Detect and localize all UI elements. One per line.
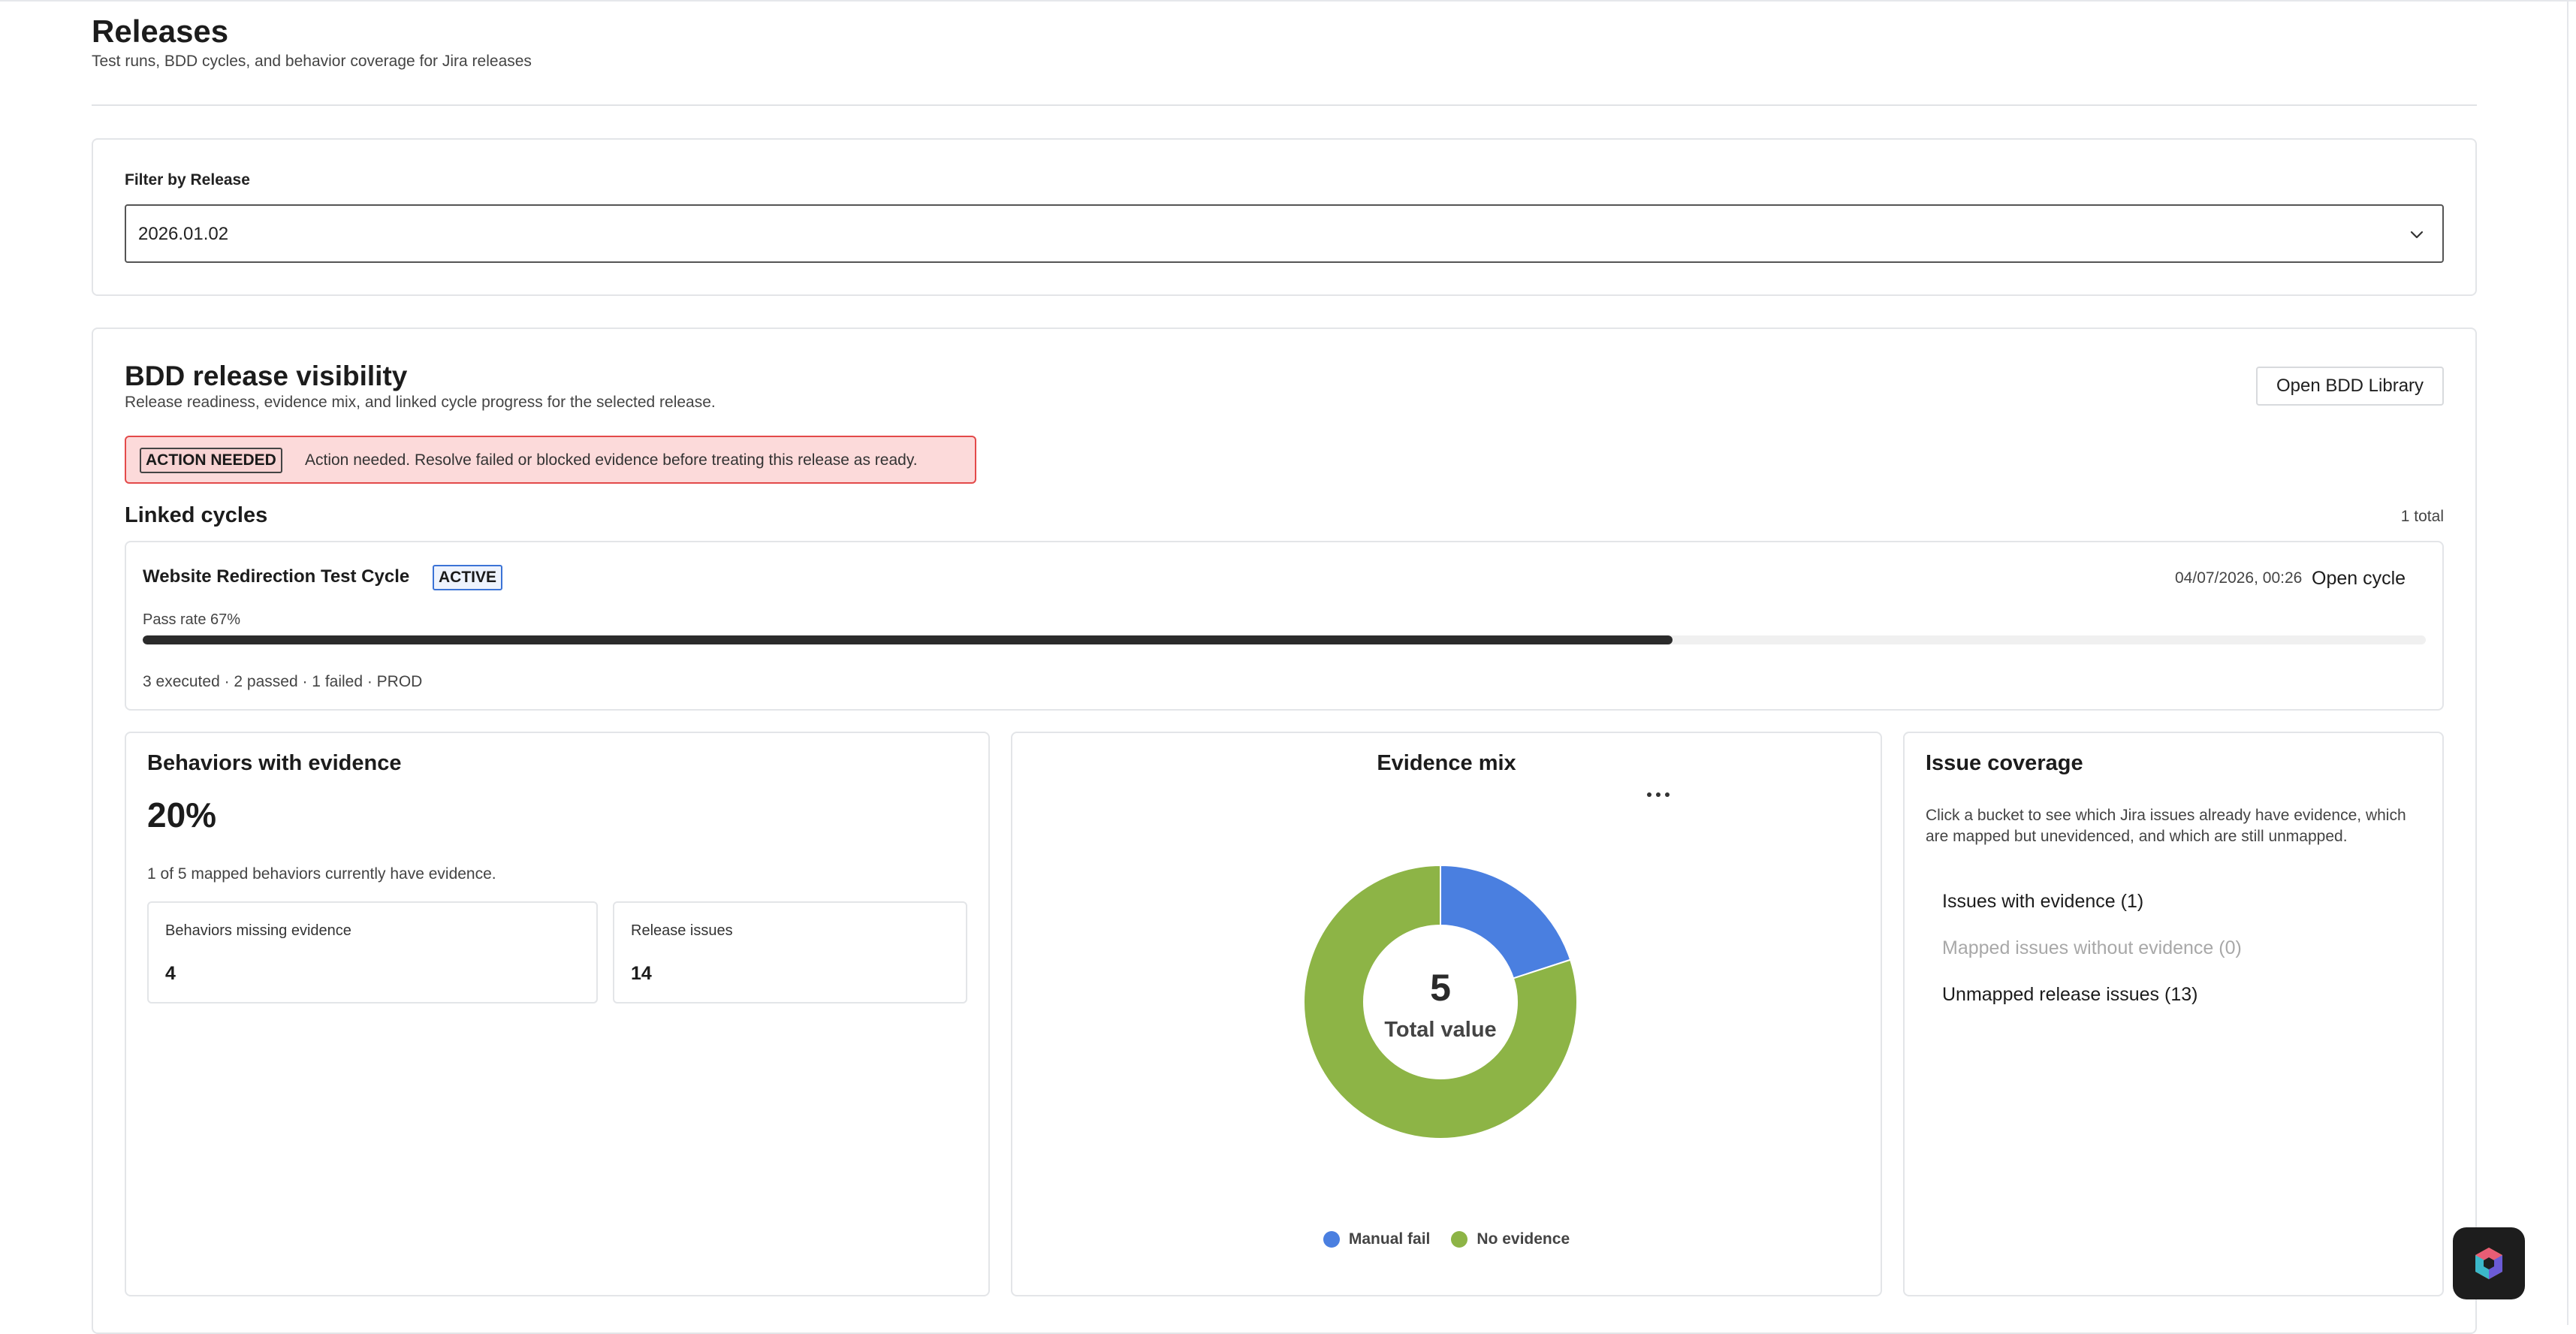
release-issues-value: 14 [631, 963, 652, 984]
release-issues-label: Release issues [631, 922, 733, 939]
open-cycle-link[interactable]: Open cycle [2312, 568, 2406, 590]
top-border [0, 0, 2576, 2]
linked-cycles-title: Linked cycles [125, 503, 268, 527]
chevron-down-icon [2410, 231, 2424, 239]
release-select[interactable]: 2026.01.02 [125, 204, 2444, 263]
cycle-date: 04/07/2026, 00:26 [2175, 569, 2303, 587]
filter-card: Filter by Release 2026.01.02 [92, 138, 2477, 296]
page-subtitle: Test runs, BDD cycles, and behavior cove… [92, 53, 532, 70]
issue-coverage-panel: Issue coverage Click a bucket to see whi… [1903, 732, 2444, 1296]
behaviors-panel: Behaviors with evidence 20% 1 of 5 mappe… [125, 732, 990, 1296]
bucket-mapped-without-evidence[interactable]: Mapped issues without evidence (0) [1942, 937, 2242, 959]
evidence-mix-title: Evidence mix [1377, 751, 1516, 775]
cycle-name: Website Redirection Test Cycle [143, 566, 410, 587]
cycle-card: Website Redirection Test Cycle ACTIVE 04… [125, 541, 2444, 711]
legend-label: Manual fail [1348, 1230, 1431, 1248]
evidence-mix-panel: Evidence mix 5 Total value Manual fail N… [1011, 732, 1882, 1296]
bdd-title: BDD release visibility [125, 361, 408, 391]
behaviors-title: Behaviors with evidence [147, 751, 402, 775]
legend-item-manual-fail[interactable]: Manual fail [1323, 1230, 1431, 1248]
bucket-issues-with-evidence[interactable]: Issues with evidence (1) [1942, 891, 2143, 913]
bdd-subtitle: Release readiness, evidence mix, and lin… [125, 394, 716, 411]
legend-dot [1451, 1231, 1468, 1248]
alert-message: Action needed. Resolve failed or blocked… [305, 451, 918, 469]
donut-total-value: 5 [1430, 967, 1451, 1009]
pass-rate-progress [143, 635, 2426, 644]
more-options-icon[interactable] [1643, 787, 1673, 802]
linked-cycles-count: 1 total [2400, 508, 2444, 525]
donut-total-label: Total value [1384, 1018, 1496, 1042]
legend-item-no-evidence[interactable]: No evidence [1451, 1230, 1570, 1248]
cycle-meta: 3 executed · 2 passed · 1 failed · PROD [143, 673, 423, 690]
open-bdd-library-button[interactable]: Open BDD Library [2256, 367, 2444, 406]
page-title: Releases [92, 14, 229, 49]
behaviors-missing-label: Behaviors missing evidence [165, 922, 351, 939]
behaviors-note: 1 of 5 mapped behaviors currently have e… [147, 865, 496, 883]
release-issues-card: Release issues 14 [613, 901, 967, 1004]
issue-coverage-title: Issue coverage [1926, 751, 2083, 775]
bdd-visibility-card: BDD release visibility Release readiness… [92, 327, 2477, 1334]
cycle-status-badge: ACTIVE [433, 565, 503, 590]
action-needed-alert: ACTION NEEDED Action needed. Resolve fai… [125, 436, 976, 484]
action-needed-badge: ACTION NEEDED [140, 448, 282, 473]
assistant-launcher-button[interactable] [2453, 1227, 2525, 1299]
evidence-legend: Manual fail No evidence [1012, 1230, 1881, 1248]
right-divider [2567, 0, 2568, 1325]
evidence-donut-chart: 5 Total value [1303, 864, 1578, 1139]
donut-slice-manual-fail[interactable] [1440, 864, 1572, 979]
behaviors-missing-card: Behaviors missing evidence 4 [147, 901, 598, 1004]
filter-label: Filter by Release [125, 171, 250, 189]
legend-dot [1323, 1231, 1340, 1248]
header-divider [92, 104, 2477, 106]
release-select-value: 2026.01.02 [138, 224, 229, 244]
app-logo-icon [2475, 1248, 2502, 1279]
bucket-unmapped-issues[interactable]: Unmapped release issues (13) [1942, 984, 2197, 1006]
legend-label: No evidence [1477, 1230, 1570, 1248]
behaviors-percent: 20% [147, 795, 217, 835]
issue-coverage-description: Click a bucket to see which Jira issues … [1926, 807, 2406, 845]
behaviors-missing-value: 4 [165, 963, 176, 984]
pass-rate-label: Pass rate 67% [143, 611, 241, 628]
pass-rate-progress-fill [143, 635, 1673, 644]
